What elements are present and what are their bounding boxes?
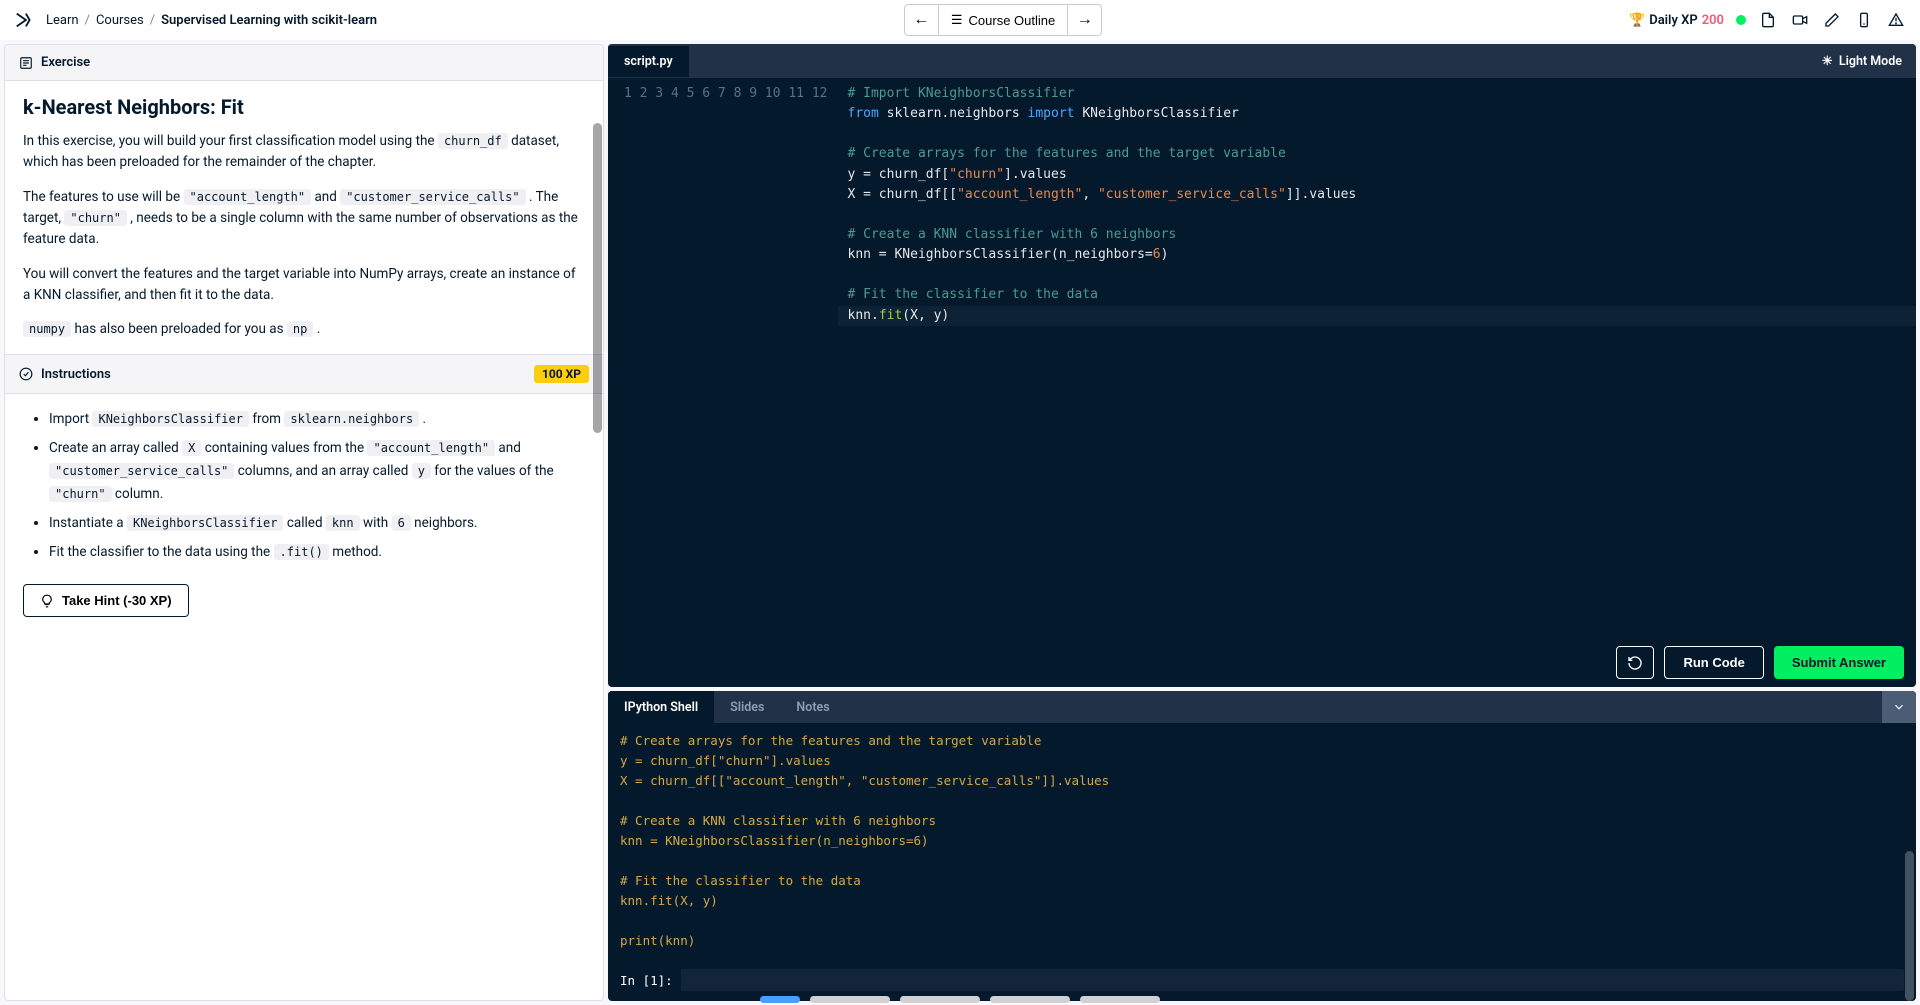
console-collapse-button[interactable]	[1882, 691, 1916, 723]
instruction-item: Instantiate a KNeighborsClassifier calle…	[49, 512, 585, 535]
line-gutter: 1 2 3 4 5 6 7 8 9 10 11 12	[608, 78, 838, 638]
top-left: Learn / Courses / Supervised Learning wi…	[14, 9, 377, 31]
breadcrumb: Learn / Courses / Supervised Learning wi…	[46, 13, 377, 28]
left-panel: Exercise k-Nearest Neighbors: Fit In thi…	[4, 44, 604, 1001]
instructions-label: Instructions	[41, 367, 111, 382]
course-outline-button[interactable]: ☰ Course Outline	[938, 4, 1068, 36]
mobile-icon[interactable]	[1854, 10, 1874, 30]
top-bar: Learn / Courses / Supervised Learning wi…	[0, 0, 1920, 40]
editor-actions: Run Code Submit Answer	[608, 638, 1916, 687]
hamburger-icon: ☰	[951, 12, 963, 28]
console-tabs: IPython Shell Slides Notes	[608, 691, 1916, 723]
top-center-nav: ← ☰ Course Outline →	[904, 4, 1102, 36]
progress-pill[interactable]	[810, 996, 890, 1003]
exercise-p3: You will convert the features and the ta…	[23, 264, 585, 306]
exercise-header: Exercise	[5, 45, 603, 81]
status-dot-icon	[1736, 15, 1746, 25]
trophy-icon: 🏆	[1629, 13, 1645, 28]
outline-label: Course Outline	[969, 13, 1056, 28]
check-circle-icon	[19, 367, 33, 381]
take-hint-button[interactable]: Take Hint (-30 XP)	[23, 584, 189, 617]
progress-pills	[760, 996, 1160, 1005]
progress-pill[interactable]	[1080, 996, 1160, 1003]
submit-answer-button[interactable]: Submit Answer	[1774, 646, 1904, 679]
prev-button[interactable]: ←	[904, 4, 938, 36]
code-lines[interactable]: # Import KNeighborsClassifier from sklea…	[838, 78, 1917, 638]
console-pane: IPython Shell Slides Notes # Create arra…	[608, 691, 1916, 1001]
daily-xp-value: 200	[1702, 13, 1724, 28]
progress-pill[interactable]	[900, 996, 980, 1003]
code-churn-df: churn_df	[438, 133, 508, 149]
sun-icon: ☀	[1822, 53, 1833, 69]
progress-pill[interactable]	[990, 996, 1070, 1003]
logo-icon	[14, 9, 36, 31]
editor-pane: script.py ☀ Light Mode 1 2 3 4 5 6 7 8 9…	[608, 44, 1916, 687]
instruction-item: Create an array called X containing valu…	[49, 437, 585, 506]
scrollbar[interactable]	[593, 123, 602, 682]
breadcrumb-sep: /	[85, 13, 90, 28]
light-mode-button[interactable]: ☀ Light Mode	[1808, 53, 1916, 69]
exercise-title: k-Nearest Neighbors: Fit	[23, 95, 585, 119]
prompt-label: In [1]:	[620, 973, 673, 988]
instruction-item: Fit the classifier to the data using the…	[49, 541, 585, 564]
exercise-p2: The features to use will be "account_len…	[23, 187, 585, 250]
code-editor[interactable]: 1 2 3 4 5 6 7 8 9 10 11 12 # Import KNei…	[608, 78, 1916, 638]
breadcrumb-learn[interactable]: Learn	[46, 13, 79, 28]
light-mode-label: Light Mode	[1839, 54, 1902, 69]
exercise-header-label: Exercise	[41, 55, 90, 70]
daily-xp-label: Daily XP	[1649, 13, 1697, 28]
exercise-p1: In this exercise, you will build your fi…	[23, 131, 585, 173]
console-tab-shell[interactable]: IPython Shell	[608, 691, 714, 723]
document-icon[interactable]	[1758, 10, 1778, 30]
breadcrumb-current: Supervised Learning with scikit-learn	[161, 13, 377, 28]
instruction-item: Import KNeighborsClassifier from sklearn…	[49, 408, 585, 431]
console-input[interactable]	[681, 969, 1904, 991]
top-right: 🏆 Daily XP 200	[1629, 10, 1906, 30]
editor-tabs: script.py ☀ Light Mode	[608, 44, 1916, 78]
exercise-p4: numpy has also been preloaded for you as…	[23, 319, 585, 340]
console-tab-slides[interactable]: Slides	[714, 691, 780, 723]
next-button[interactable]: →	[1068, 4, 1102, 36]
instructions-header: Instructions 100 XP	[5, 354, 603, 394]
daily-xp: 🏆 Daily XP 200	[1629, 13, 1724, 28]
right-panel: script.py ☀ Light Mode 1 2 3 4 5 6 7 8 9…	[608, 44, 1916, 1001]
exercise-icon	[19, 56, 33, 70]
video-icon[interactable]	[1790, 10, 1810, 30]
warning-icon[interactable]	[1886, 10, 1906, 30]
editor-tab-script[interactable]: script.py	[608, 46, 689, 77]
instruction-list: Import KNeighborsClassifier from sklearn…	[23, 408, 585, 564]
xp-badge: 100 XP	[534, 365, 589, 383]
console-output: # Create arrays for the features and the…	[608, 723, 1916, 965]
hint-label: Take Hint (-30 XP)	[62, 593, 172, 608]
edit-icon[interactable]	[1822, 10, 1842, 30]
breadcrumb-courses[interactable]: Courses	[96, 13, 144, 28]
console-tab-notes[interactable]: Notes	[780, 691, 845, 723]
main-container: Exercise k-Nearest Neighbors: Fit In thi…	[0, 40, 1920, 1005]
progress-pill[interactable]	[760, 996, 800, 1003]
lightbulb-icon	[40, 594, 54, 608]
reset-button[interactable]	[1616, 646, 1654, 679]
run-code-button[interactable]: Run Code	[1664, 646, 1763, 679]
breadcrumb-sep: /	[150, 13, 155, 28]
console-scrollbar[interactable]	[1905, 723, 1914, 1001]
exercise-content: k-Nearest Neighbors: Fit In this exercis…	[5, 81, 603, 1000]
